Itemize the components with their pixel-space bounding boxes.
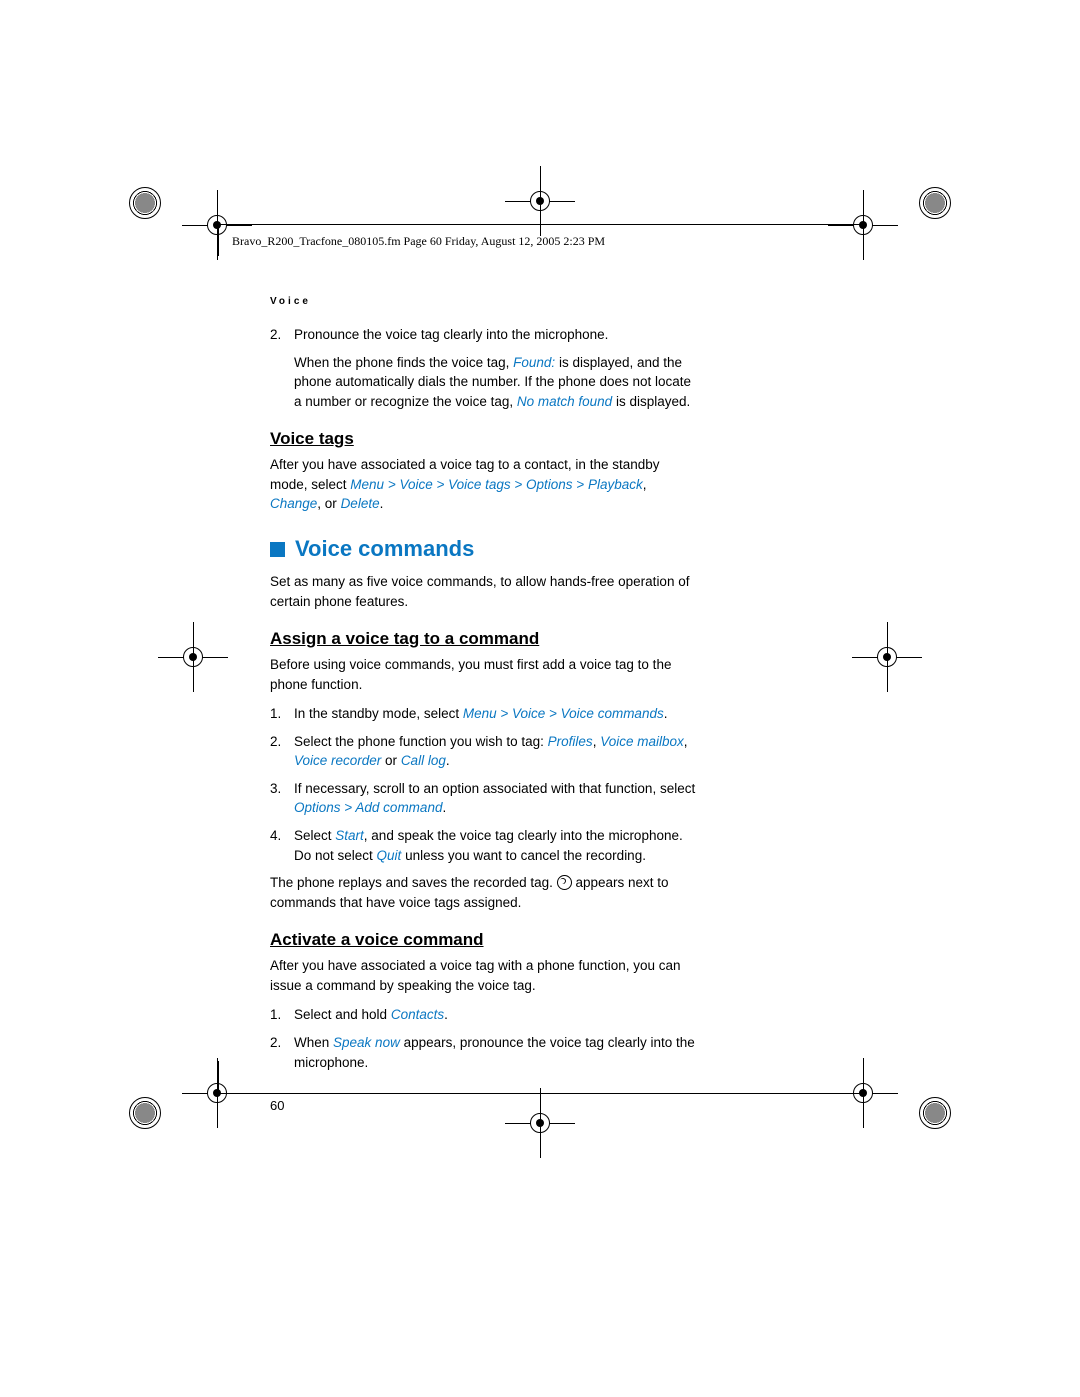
list-number: 4. <box>270 826 281 846</box>
reg-mark-icon <box>128 1096 162 1130</box>
frame-line <box>218 1061 219 1093</box>
cross-mark-icon <box>505 166 575 236</box>
ui-keyword: Speak now <box>333 1035 400 1050</box>
frame-line <box>863 224 864 256</box>
page-number: 60 <box>270 1098 700 1113</box>
list-number: 2. <box>270 1033 281 1053</box>
ui-keyword: Call log <box>401 753 446 768</box>
paragraph: After you have associated a voice tag to… <box>270 455 700 514</box>
list-number: 2. <box>270 325 281 345</box>
paragraph: Set as many as five voice commands, to a… <box>270 572 700 611</box>
cross-mark-icon <box>852 622 922 692</box>
ui-keyword: Delete <box>341 496 380 511</box>
cross-mark-icon <box>158 622 228 692</box>
ui-keyword: Start <box>335 828 364 843</box>
list-number: 1. <box>270 1005 281 1025</box>
list-item: 3. If necessary, scroll to an option ass… <box>270 779 700 818</box>
reg-mark-icon <box>918 1096 952 1130</box>
heading-voice-commands: Voice commands <box>270 536 700 562</box>
paragraph: When the phone finds the voice tag, Foun… <box>270 353 700 412</box>
ui-keyword: Found: <box>513 355 555 370</box>
ui-keyword: No match found <box>517 394 612 409</box>
list-item: 2. Pronounce the voice tag clearly into … <box>270 325 700 345</box>
list-number: 2. <box>270 732 281 752</box>
section-breadcrumb: Voice <box>270 296 700 307</box>
reg-mark-icon <box>918 186 952 220</box>
ui-keyword: Quit <box>377 848 402 863</box>
list-number: 1. <box>270 704 281 724</box>
reg-mark-icon <box>128 186 162 220</box>
list-text: Pronounce the voice tag clearly into the… <box>294 327 608 342</box>
heading-activate: Activate a voice command <box>270 930 700 950</box>
list-item: 2. Select the phone function you wish to… <box>270 732 700 771</box>
frame-line <box>218 224 864 225</box>
voice-tag-glyph-icon <box>557 875 572 890</box>
ui-keyword: Menu > Voice > Voice tags > Options > Pl… <box>350 477 642 492</box>
paragraph: The phone replays and saves the recorded… <box>270 873 700 912</box>
ui-keyword: Voice recorder <box>294 753 381 768</box>
heading-assign: Assign a voice tag to a command <box>270 629 700 649</box>
ui-keyword: Options > Add command <box>294 800 442 815</box>
list-item: 2. When Speak now appears, pronounce the… <box>270 1033 700 1072</box>
ui-keyword: Profiles <box>548 734 593 749</box>
paragraph: After you have associated a voice tag wi… <box>270 956 700 995</box>
list-item: 4. Select Start, and speak the voice tag… <box>270 826 700 865</box>
ui-keyword: Voice mailbox <box>600 734 684 749</box>
page-content: Bravo_R200_Tracfone_080105.fm Page 60 Fr… <box>270 296 700 1113</box>
frame-line <box>863 1061 864 1093</box>
cross-mark-icon <box>182 190 252 260</box>
ui-keyword: Menu > Voice > Voice commands <box>463 706 664 721</box>
list-item: 1. In the standby mode, select Menu > Vo… <box>270 704 700 724</box>
ui-keyword: Contacts <box>391 1007 444 1022</box>
frame-line <box>218 224 219 256</box>
ui-keyword: Change <box>270 496 317 511</box>
list-item: 1. Select and hold Contacts. <box>270 1005 700 1025</box>
doc-header: Bravo_R200_Tracfone_080105.fm Page 60 Fr… <box>232 234 732 249</box>
heading-voice-tags: Voice tags <box>270 429 700 449</box>
square-bullet-icon <box>270 542 285 557</box>
list-number: 3. <box>270 779 281 799</box>
paragraph: Before using voice commands, you must fi… <box>270 655 700 694</box>
